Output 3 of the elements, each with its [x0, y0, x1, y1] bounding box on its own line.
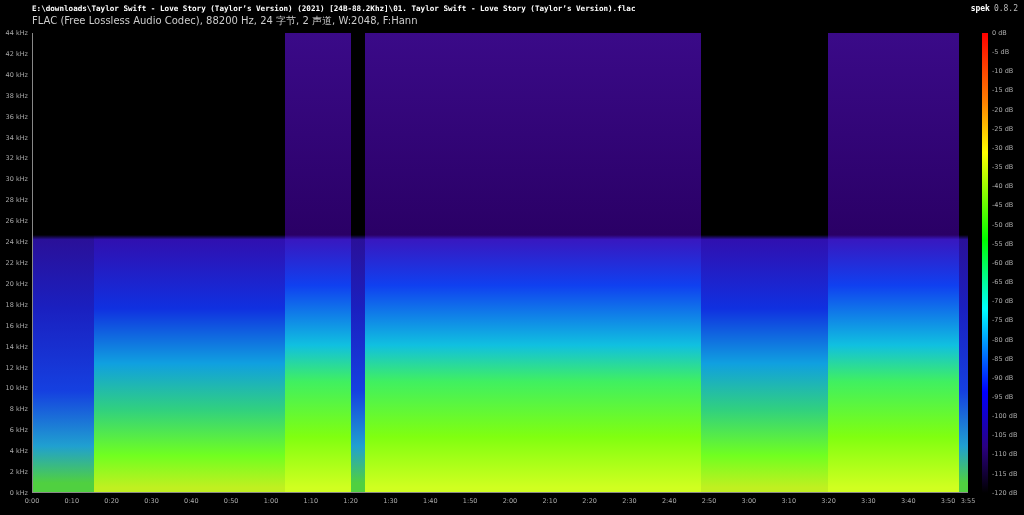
app-version: 0.8.2 [993, 4, 1018, 13]
stream-info: FLAC (Free Lossless Audio Codec), 88200 Hz, 24 字节, 2 声道, W:2048, F:Hann [32, 14, 419, 28]
app-name: spek [970, 4, 990, 13]
